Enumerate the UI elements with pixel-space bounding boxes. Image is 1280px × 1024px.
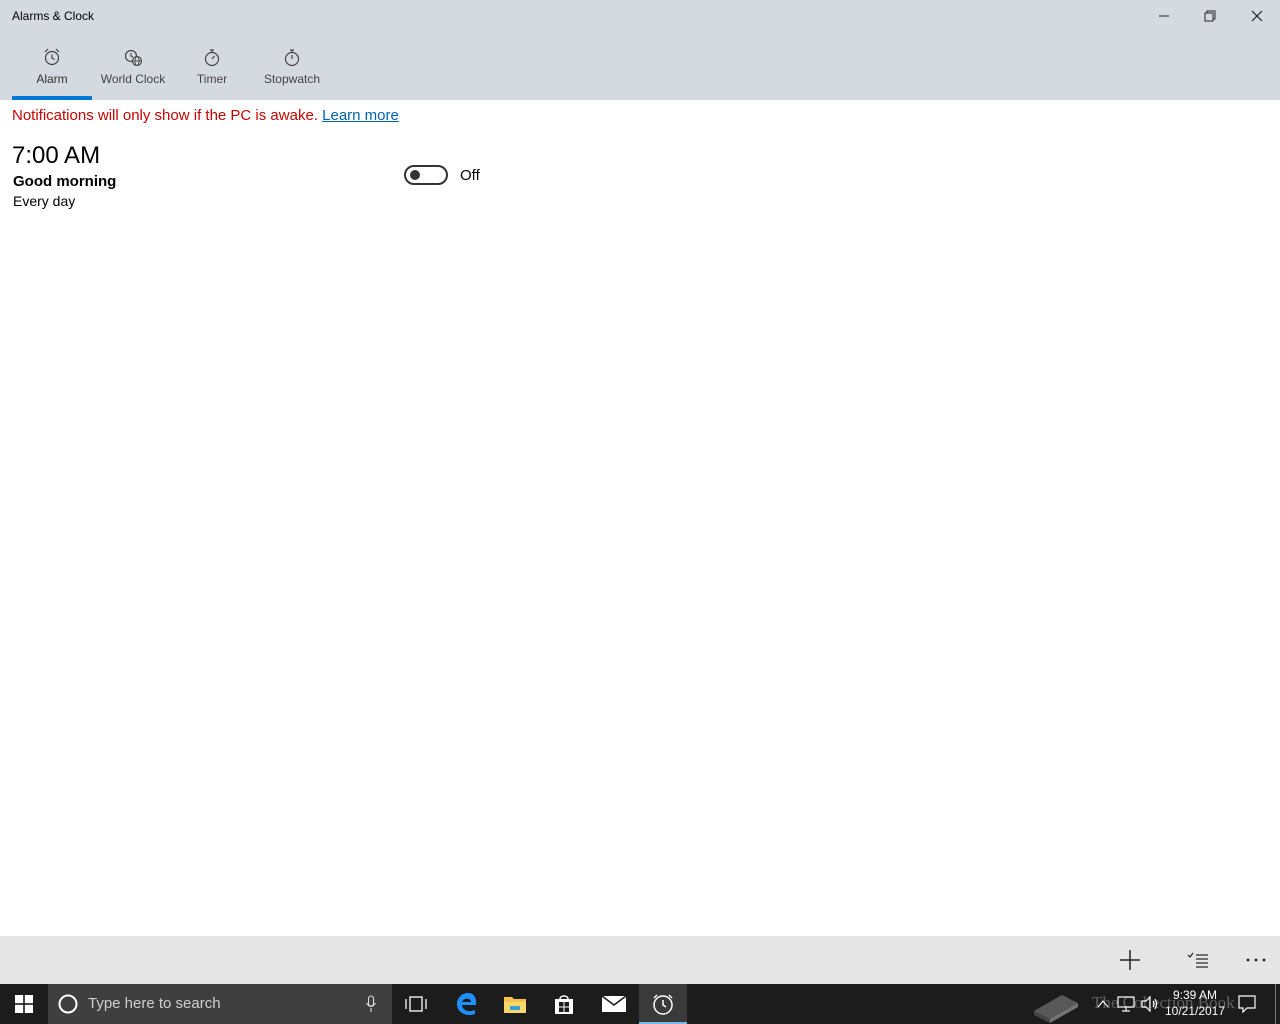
show-desktop-button[interactable]: [1275, 984, 1276, 1024]
microphone-icon[interactable]: [365, 995, 377, 1013]
network-icon[interactable]: [1117, 996, 1135, 1012]
tab-timer[interactable]: Timer: [190, 46, 234, 100]
add-alarm-button[interactable]: [1106, 936, 1154, 984]
tab-alarm[interactable]: Alarm: [12, 46, 92, 100]
store-icon: [555, 995, 573, 1014]
tab-timer-label: Timer: [196, 72, 228, 86]
taskbar-clock[interactable]: 9:39 AM 10/21/2017: [1160, 987, 1230, 1019]
action-center-icon[interactable]: [1238, 995, 1256, 1013]
task-view-icon: [405, 996, 427, 1012]
add-icon: [1120, 950, 1140, 970]
volume-icon[interactable]: [1141, 996, 1159, 1012]
alarm-toggle-state: Off: [460, 167, 480, 184]
toggle-knob: [410, 170, 420, 180]
alarm-repeat: Every day: [13, 193, 76, 209]
task-view-button[interactable]: [392, 984, 440, 1024]
window-title: Alarms & Clock: [12, 9, 95, 23]
edge-button[interactable]: [443, 984, 491, 1024]
more-options-icon: [1246, 958, 1266, 962]
timer-icon: [204, 49, 220, 67]
file-explorer-icon: [504, 997, 526, 1013]
edge-icon: [457, 993, 477, 1015]
cortana-icon: [58, 994, 78, 1014]
alarm-clock-icon: [44, 48, 60, 66]
windows-logo-icon: [15, 995, 33, 1013]
book-icon: [1034, 995, 1078, 1023]
tab-stopwatch-label: Stopwatch: [263, 72, 321, 86]
alarm-item[interactable]: 7:00 AM Good morning Every day Off: [12, 142, 512, 214]
tab-world-clock[interactable]: World Clock: [97, 46, 169, 100]
mail-button[interactable]: [590, 984, 638, 1024]
store-button[interactable]: [540, 984, 588, 1024]
clock-date: 10/21/2017: [1164, 1004, 1226, 1018]
tab-world-clock-label: World Clock: [100, 72, 166, 86]
close-button[interactable]: [1234, 0, 1280, 32]
notice-text: Notifications will only show if the PC i…: [12, 107, 318, 124]
alarms-app-icon: [653, 994, 673, 1015]
selected-tab-indicator: [12, 96, 92, 100]
command-bar: [0, 936, 1280, 984]
tab-stopwatch[interactable]: Stopwatch: [258, 46, 326, 100]
stopwatch-icon: [284, 49, 300, 67]
alarm-toggle[interactable]: [404, 165, 448, 185]
app-header: Alarms & Clock Alarm World Clock Timer S…: [0, 0, 1280, 100]
search-placeholder: Type here to search: [88, 995, 221, 1012]
alarm-time: 7:00 AM: [12, 142, 101, 169]
mail-icon: [601, 995, 627, 1012]
taskbar-search[interactable]: Type here to search: [48, 984, 392, 1024]
world-clock-icon: [124, 49, 143, 67]
clock-time: 9:39 AM: [1172, 988, 1218, 1002]
learn-more-link[interactable]: Learn more: [322, 107, 399, 124]
taskbar: Type here to search The Collection Book …: [0, 984, 1280, 1024]
file-explorer-button[interactable]: [491, 984, 539, 1024]
alarms-app-button[interactable]: [639, 984, 687, 1024]
tab-alarm-label: Alarm: [36, 72, 68, 86]
minimize-icon: [1159, 15, 1169, 17]
select-alarms-button[interactable]: [1174, 936, 1222, 984]
show-hidden-icons-icon[interactable]: [1097, 999, 1109, 1009]
restore-icon: [1204, 10, 1216, 22]
start-button[interactable]: [0, 984, 48, 1024]
restore-button[interactable]: [1187, 0, 1233, 32]
close-icon: [1251, 10, 1263, 22]
notification-notice: Notifications will only show if the PC i…: [12, 107, 399, 124]
alarm-name: Good morning: [13, 173, 117, 190]
select-alarms-icon: [1187, 952, 1208, 968]
minimize-button[interactable]: [1141, 0, 1187, 32]
more-options-button[interactable]: [1232, 936, 1280, 984]
